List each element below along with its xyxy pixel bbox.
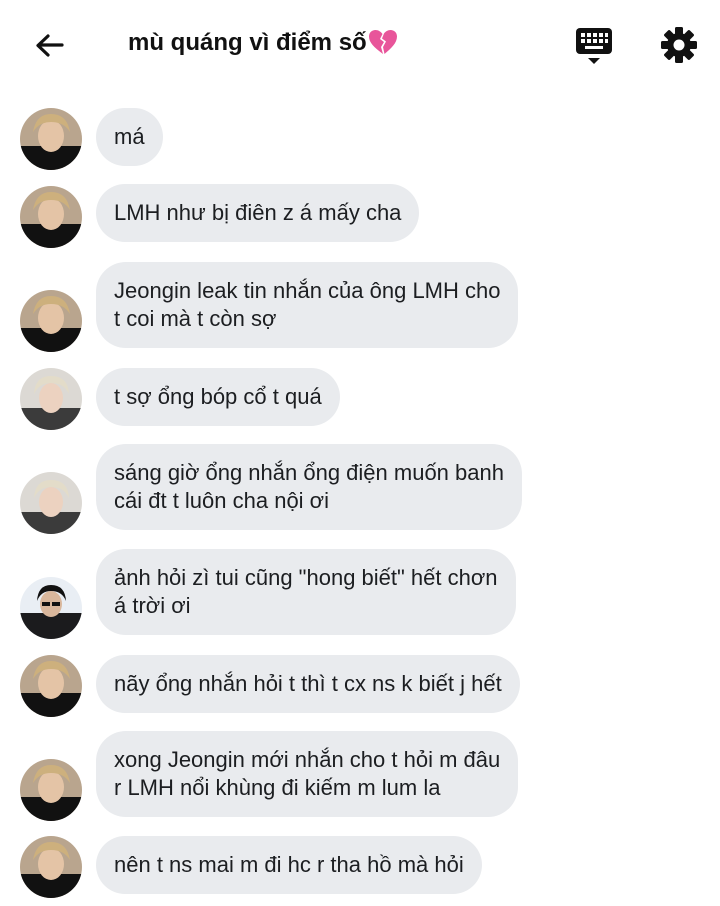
avatar[interactable]	[20, 290, 82, 352]
gear-icon	[661, 27, 697, 63]
message-text: Jeongin leak tin nhắn của ông LMH cho	[114, 278, 501, 303]
message-text: ảnh hỏi zì tui cũng "hong biết" hết chơn	[114, 565, 498, 590]
arrow-left-icon	[36, 34, 64, 57]
message-text: nên t ns mai m đi hc r tha hồ mà hỏi	[114, 852, 464, 877]
message-bubble[interactable]: t sợ ổng bóp cổ t quá	[96, 368, 340, 426]
keyboard-button[interactable]	[574, 26, 616, 66]
keyboard-icon	[576, 28, 612, 64]
message-bubble[interactable]: LMH như bị điên z á mấy cha	[96, 184, 420, 242]
avatar[interactable]	[20, 472, 82, 534]
message-text: LMH như bị điên z á mấy cha	[114, 200, 402, 225]
message-bubble[interactable]: nên t ns mai m đi hc r tha hồ mà hỏi	[96, 836, 482, 894]
chat-title-text: mù quáng vì điểm số	[128, 29, 367, 56]
avatar[interactable]	[20, 836, 82, 898]
chat-title: mù quáng vì điểm số	[128, 28, 399, 57]
avatar[interactable]	[20, 577, 82, 639]
message-text: cái đt t luôn cha nội ơi	[114, 488, 329, 513]
chat-header: mù quáng vì điểm số	[0, 0, 720, 92]
avatar[interactable]	[20, 655, 82, 717]
message-text: á trời ơi	[114, 593, 191, 618]
message-text: xong Jeongin mới nhắn cho t hỏi m đâu	[114, 747, 501, 772]
avatar[interactable]	[20, 108, 82, 170]
message-bubble[interactable]: nãy ổng nhắn hỏi t thì t cx ns k biết j …	[96, 655, 520, 713]
avatar[interactable]	[20, 186, 82, 248]
avatar[interactable]	[20, 368, 82, 430]
avatar[interactable]	[20, 759, 82, 821]
message-bubble[interactable]: má	[96, 108, 163, 166]
message-text: má	[114, 124, 145, 149]
broken-heart-icon	[367, 28, 399, 56]
message-bubble[interactable]: Jeongin leak tin nhắn của ông LMH cho t …	[96, 262, 519, 348]
back-button[interactable]	[28, 24, 72, 68]
message-bubble[interactable]: xong Jeongin mới nhắn cho t hỏi m đâu r …	[96, 731, 519, 817]
settings-button[interactable]	[658, 24, 700, 66]
message-bubble[interactable]: ảnh hỏi zì tui cũng "hong biết" hết chơn…	[96, 549, 516, 635]
message-text: r LMH nổi khùng đi kiếm m lum la	[114, 775, 441, 800]
message-text: nãy ổng nhắn hỏi t thì t cx ns k biết j …	[114, 671, 502, 696]
message-text: t sợ ổng bóp cổ t quá	[114, 384, 322, 409]
message-text: t coi mà t còn sợ	[114, 306, 277, 331]
message-text: sáng giờ ổng nhắn ổng điện muốn banh	[114, 460, 504, 485]
message-bubble[interactable]: sáng giờ ổng nhắn ổng điện muốn banh cái…	[96, 444, 522, 530]
